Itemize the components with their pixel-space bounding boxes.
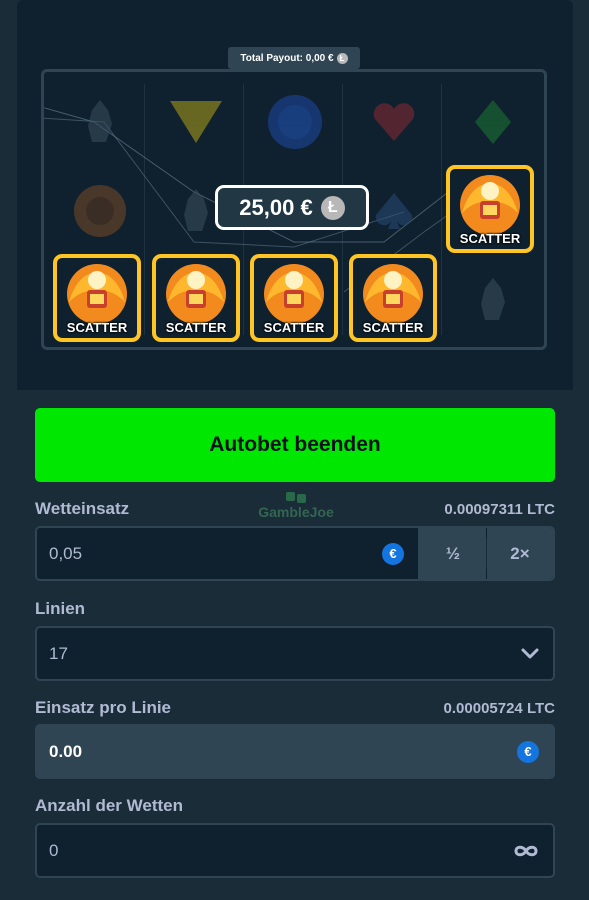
win-amount-badge: 25,00 € Ł <box>215 185 369 230</box>
dragon-icon <box>463 270 523 330</box>
scatter-symbol: SCATTER <box>349 254 437 342</box>
bets-count-value: 0 <box>49 840 59 860</box>
scatter-label: SCATTER <box>165 320 227 335</box>
per-line-input[interactable]: 0.00 € <box>35 724 555 779</box>
bets-count-input[interactable]: 0 <box>35 823 555 878</box>
lines-selected-value: 17 <box>49 643 68 663</box>
scatter-label: SCATTER <box>263 320 325 335</box>
lines-label: Linien <box>35 599 86 618</box>
scatter-label: SCATTER <box>362 320 424 335</box>
triangle-icon <box>166 92 226 152</box>
stop-autobet-button[interactable]: Autobet beenden <box>35 408 555 482</box>
heart-icon <box>364 92 424 152</box>
double-bet-button[interactable]: 2× <box>487 528 553 579</box>
dice-icon <box>286 492 306 503</box>
infinity-icon <box>514 845 538 856</box>
per-line-value: 0.00 <box>49 741 83 761</box>
spade-icon <box>364 181 424 241</box>
blue-gem-icon <box>265 92 325 152</box>
watermark-logo: GambleJoe <box>248 492 344 522</box>
per-line-label: Einsatz pro Linie <box>35 698 172 717</box>
litecoin-icon: Ł <box>320 195 345 220</box>
total-payout-label: Total Payout: 0,00 € <box>240 52 334 64</box>
watermark-text: GambleJoe <box>258 504 334 520</box>
scatter-symbol: SCATTER <box>250 254 338 342</box>
bet-amount-group: 0,05 € ½ 2× <box>35 526 555 581</box>
scatter-symbol: SCATTER <box>53 254 141 342</box>
bet-amount-value: 0,05 <box>49 543 83 563</box>
bet-amount-label: Wetteinsatz <box>35 499 130 518</box>
total-payout-badge: Total Payout: 0,00 € Ł <box>228 47 360 69</box>
lines-select[interactable]: 17 <box>35 626 555 681</box>
diamond-icon <box>463 92 523 152</box>
half-bet-button[interactable]: ½ <box>418 528 486 579</box>
bet-amount-converted: 0.00097311 LTC <box>444 500 555 518</box>
litecoin-icon: Ł <box>336 52 348 64</box>
scatter-symbol: SCATTER <box>152 254 240 342</box>
euro-icon: € <box>382 542 404 565</box>
bet-amount-input[interactable]: 0,05 € <box>37 528 418 579</box>
scatter-symbol: SCATTER <box>446 165 534 253</box>
scatter-label: SCATTER <box>66 320 128 335</box>
bronze-coin-icon <box>70 181 130 241</box>
win-amount: 25,00 € <box>239 194 313 220</box>
bets-count-label: Anzahl der Wetten <box>35 796 183 815</box>
lines-header: Linien <box>35 599 555 619</box>
per-line-converted: 0.00005724 LTC <box>443 699 555 717</box>
bets-count-header: Anzahl der Wetten <box>35 796 555 816</box>
per-line-header: Einsatz pro Linie 0.00005724 LTC <box>35 698 555 718</box>
chevron-down-icon <box>521 648 539 658</box>
dragon-icon <box>70 92 130 152</box>
scatter-label: SCATTER <box>459 231 521 246</box>
euro-icon: € <box>517 740 539 763</box>
